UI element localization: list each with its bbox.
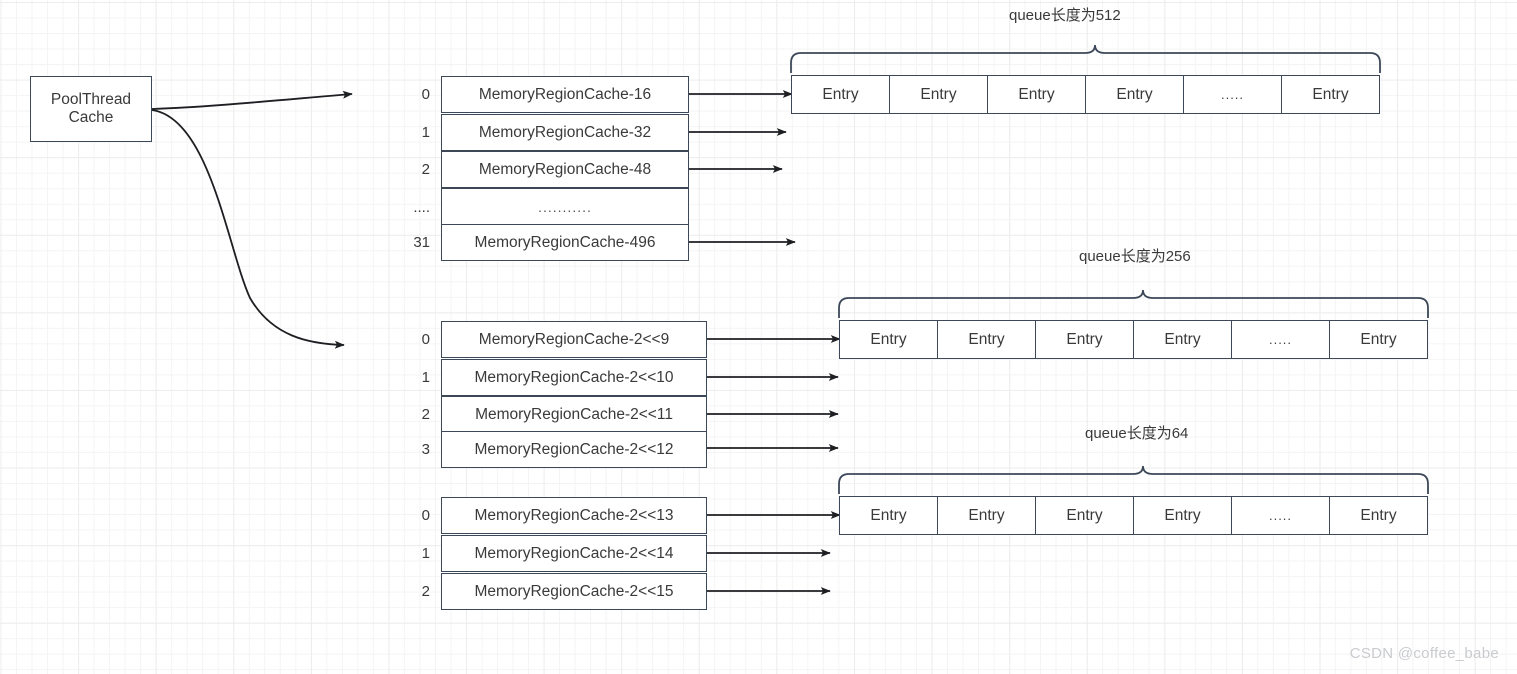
entry-cell[interactable]: Entry bbox=[1133, 320, 1232, 359]
row-index: 2 bbox=[421, 405, 430, 423]
row-index: 0 bbox=[421, 330, 430, 348]
queue-length-label: queue长度为256 bbox=[1079, 248, 1191, 265]
row-index: 1 bbox=[421, 544, 430, 562]
memory-region-cache-cell[interactable]: MemoryRegionCache-2<<9 bbox=[441, 321, 707, 358]
edge-root-to-tiny bbox=[151, 90, 353, 110]
memory-region-cache-cell[interactable]: MemoryRegionCache-2<<15 bbox=[441, 573, 707, 610]
entry-cell[interactable]: Entry bbox=[839, 496, 938, 535]
row-index: 1 bbox=[421, 123, 430, 141]
memory-region-cache-cell[interactable]: MemoryRegionCache-16 bbox=[441, 76, 689, 113]
entry-cell[interactable]: Entry bbox=[1035, 320, 1134, 359]
entry-cell[interactable]: Entry bbox=[987, 75, 1086, 114]
brace-queue-512 bbox=[790, 44, 1381, 73]
entry-cell[interactable]: Entry bbox=[1085, 75, 1184, 114]
entry-cell-ellipsis: ..... bbox=[1183, 75, 1282, 114]
memory-region-cache-cell[interactable]: MemoryRegionCache-496 bbox=[441, 224, 689, 261]
row-index: 0 bbox=[421, 85, 430, 103]
row-index: 31 bbox=[413, 233, 430, 251]
entry-cell[interactable]: Entry bbox=[1329, 320, 1428, 359]
entry-cell[interactable]: Entry bbox=[889, 75, 988, 114]
entry-cell[interactable]: Entry bbox=[937, 320, 1036, 359]
memory-region-cache-cell-ellipsis: ........... bbox=[441, 188, 689, 225]
entry-cell-ellipsis: ..... bbox=[1231, 320, 1330, 359]
memory-region-cache-cell[interactable]: MemoryRegionCache-48 bbox=[441, 151, 689, 188]
entry-cell[interactable]: Entry bbox=[1133, 496, 1232, 535]
memory-region-cache-cell[interactable]: MemoryRegionCache-2<<12 bbox=[441, 431, 707, 468]
row-index: 2 bbox=[421, 160, 430, 178]
row-index: 3 bbox=[421, 440, 430, 458]
row-index: 2 bbox=[421, 582, 430, 600]
memory-region-cache-cell[interactable]: MemoryRegionCache-2<<10 bbox=[441, 359, 707, 396]
entry-cell[interactable]: Entry bbox=[791, 75, 890, 114]
row-index: .... bbox=[413, 198, 430, 216]
memory-region-cache-cell[interactable]: MemoryRegionCache-2<<14 bbox=[441, 535, 707, 572]
queue-length-label: queue长度为512 bbox=[1009, 7, 1121, 24]
memory-region-cache-cell[interactable]: MemoryRegionCache-32 bbox=[441, 114, 689, 151]
brace-queue-256 bbox=[838, 289, 1429, 318]
entry-cell[interactable]: Entry bbox=[937, 496, 1036, 535]
brace-queue-64 bbox=[838, 465, 1429, 494]
entry-cell[interactable]: Entry bbox=[1035, 496, 1134, 535]
csdn-watermark: CSDN @coffee_babe bbox=[1349, 645, 1499, 662]
memory-region-cache-cell[interactable]: MemoryRegionCache-2<<13 bbox=[441, 497, 707, 534]
entry-cell[interactable]: Entry bbox=[1281, 75, 1380, 114]
pool-thread-cache-node[interactable]: PoolThread Cache bbox=[30, 76, 152, 142]
diagram-canvas: PoolThread Cache 0 1 2 .... 31 MemoryReg… bbox=[0, 0, 1517, 674]
entry-cell[interactable]: Entry bbox=[839, 320, 938, 359]
entry-cell-ellipsis: ..... bbox=[1231, 496, 1330, 535]
edge-root-to-small bbox=[151, 109, 345, 349]
row-index: 0 bbox=[421, 506, 430, 524]
row-index: 1 bbox=[421, 368, 430, 386]
memory-region-cache-cell[interactable]: MemoryRegionCache-2<<11 bbox=[441, 396, 707, 433]
queue-length-label: queue长度为64 bbox=[1085, 425, 1189, 442]
entry-cell[interactable]: Entry bbox=[1329, 496, 1428, 535]
